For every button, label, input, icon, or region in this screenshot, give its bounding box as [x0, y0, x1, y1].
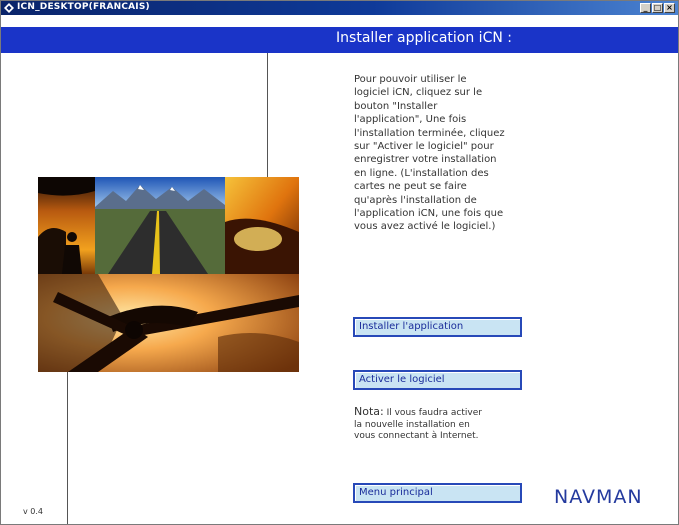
header-bar: Installer application iCN :	[1, 27, 678, 53]
minimize-icon: _	[643, 3, 648, 12]
close-icon: ×	[666, 3, 673, 12]
version-label: v 0.4	[23, 507, 43, 516]
minimize-button[interactable]: _	[640, 3, 651, 13]
note-label: Nota:	[354, 405, 384, 418]
app-window: ICN_DESKTOP(FRANCAIS) _ □ × Installer ap…	[0, 0, 679, 525]
travel-collage-image	[38, 177, 299, 372]
install-instructions: Pour pouvoir utiliser le logiciel iCN, c…	[354, 74, 505, 233]
maximize-icon: □	[653, 3, 662, 12]
maximize-button[interactable]: □	[652, 3, 663, 13]
divider-line-bottom	[67, 372, 68, 524]
navman-logo: NAVMAN	[554, 486, 643, 508]
activation-note: Nota: Il vous faudra activer la nouvelle…	[354, 406, 534, 443]
install-application-button[interactable]: Installer l'application	[353, 317, 522, 337]
divider-line-top	[267, 53, 268, 177]
window-title: ICN_DESKTOP(FRANCAIS)	[17, 2, 150, 12]
close-button[interactable]: ×	[664, 3, 675, 13]
window-controls: _ □ ×	[640, 3, 675, 13]
activate-software-button[interactable]: Activer le logiciel	[353, 370, 522, 390]
page-title: Installer application iCN :	[336, 30, 512, 46]
title-bar[interactable]: ICN_DESKTOP(FRANCAIS) _ □ ×	[1, 1, 678, 15]
app-diamond-icon	[4, 3, 14, 13]
main-menu-button[interactable]: Menu principal	[353, 483, 522, 503]
